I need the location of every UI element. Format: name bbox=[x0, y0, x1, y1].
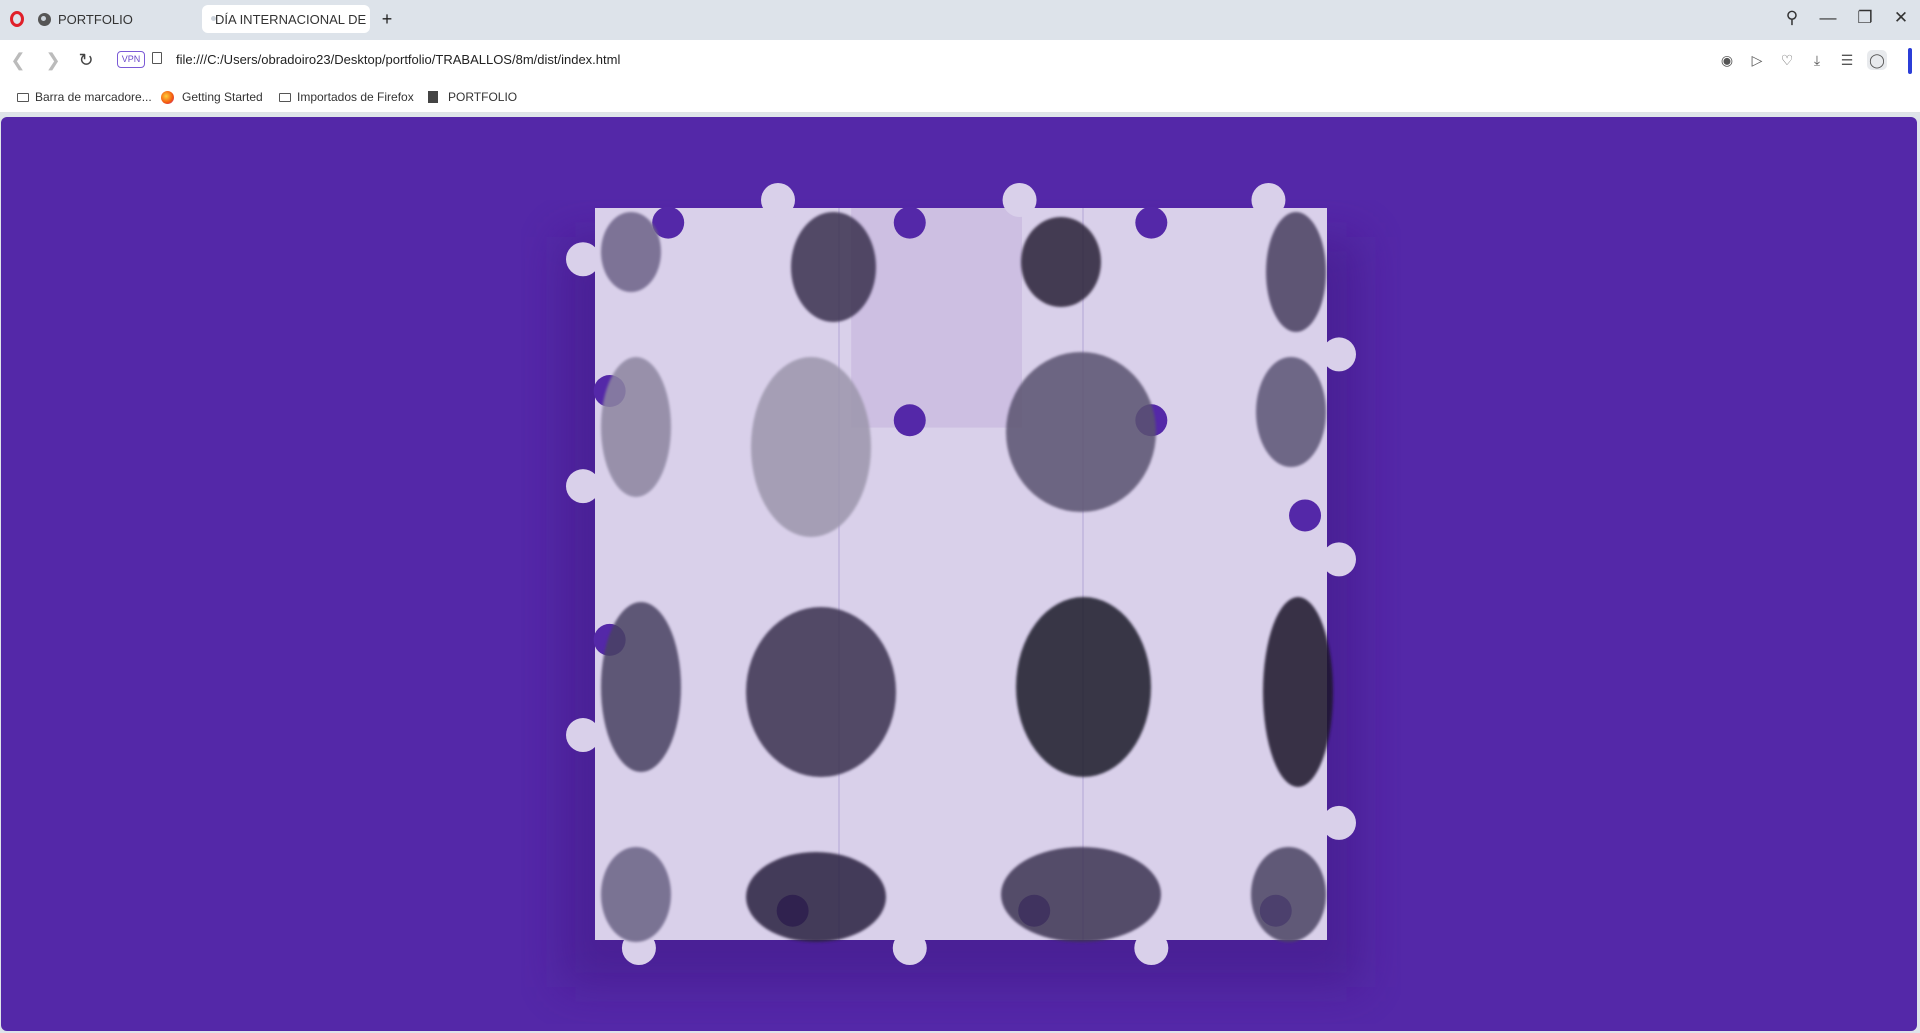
portrait-fragment bbox=[1006, 352, 1156, 512]
reload-icon[interactable]: ↻ bbox=[76, 50, 96, 71]
portrait-fragment bbox=[791, 212, 876, 322]
puzzle-socket[interactable] bbox=[1289, 499, 1322, 532]
camera-icon[interactable]: ◉ bbox=[1717, 50, 1737, 70]
url-field[interactable]: file:///C:/Users/obradoiro23/Desktop/por… bbox=[176, 52, 620, 67]
firefox-icon bbox=[161, 90, 174, 104]
profile-icon[interactable]: ◯ bbox=[1867, 50, 1887, 70]
puzzle-knob[interactable] bbox=[566, 242, 600, 277]
puzzle-knob[interactable] bbox=[1251, 183, 1286, 217]
send-icon[interactable]: ▷ bbox=[1747, 50, 1767, 70]
new-tab-button[interactable]: + bbox=[377, 9, 397, 29]
bookmark-getting-started[interactable]: Getting Started bbox=[161, 90, 263, 104]
puzzle-knob[interactable] bbox=[566, 718, 600, 753]
puzzle-socket[interactable] bbox=[1135, 206, 1168, 239]
restore-icon[interactable]: ❐ bbox=[1853, 8, 1877, 28]
puzzle-socket[interactable] bbox=[893, 404, 926, 437]
puzzle-knob[interactable] bbox=[1322, 542, 1356, 577]
portrait-fragment bbox=[601, 357, 671, 497]
portrait-fragment bbox=[751, 357, 871, 537]
portrait-fragment bbox=[1266, 212, 1326, 332]
puzzle-knob[interactable] bbox=[1134, 931, 1169, 965]
puzzle-piece[interactable] bbox=[851, 208, 1022, 428]
bookmark-label: Barra de marcadore... bbox=[35, 90, 152, 104]
heart-icon[interactable]: ♡ bbox=[1777, 50, 1797, 70]
portrait-fragment bbox=[1256, 357, 1326, 467]
tab-label: DÍA INTERNACIONAL DE LA bbox=[215, 11, 370, 27]
opera-logo-icon[interactable] bbox=[10, 11, 24, 27]
puzzle-knob[interactable] bbox=[761, 183, 795, 217]
folder-icon bbox=[279, 92, 291, 102]
close-icon[interactable]: ✕ bbox=[1889, 8, 1913, 28]
puzzle-knob[interactable] bbox=[1322, 337, 1356, 372]
tab-bar: PORTFOLIO DÍA INTERNACIONAL DE LA + ⚲ — … bbox=[0, 0, 1920, 40]
bookmark-label: PORTFOLIO bbox=[448, 90, 518, 104]
portrait-fragment bbox=[746, 852, 886, 942]
puzzle-board bbox=[561, 183, 1361, 987]
download-icon[interactable]: ⤓ bbox=[1807, 50, 1827, 70]
puzzle-knob[interactable] bbox=[1322, 805, 1356, 840]
portrait-fragment bbox=[601, 602, 681, 772]
portrait-fragment bbox=[1001, 847, 1161, 942]
minimize-icon[interactable]: — bbox=[1816, 8, 1840, 28]
forward-icon[interactable]: ❯ bbox=[43, 50, 63, 71]
portrait-fragment bbox=[1251, 847, 1326, 942]
easy-setup-icon[interactable]: ☰ bbox=[1837, 50, 1857, 70]
search-icon[interactable]: ⚲ bbox=[1780, 8, 1804, 28]
page-viewport bbox=[1, 117, 1917, 1031]
portrait-fragment bbox=[601, 212, 661, 292]
vpn-badge[interactable]: VPN bbox=[117, 51, 145, 68]
bookmark-label: Getting Started bbox=[182, 90, 263, 104]
tab-dia-internacional[interactable]: DÍA INTERNACIONAL DE LA bbox=[202, 5, 370, 33]
portrait-fragment bbox=[1021, 217, 1101, 307]
page-info-icon[interactable] bbox=[152, 52, 162, 64]
tab-portfolio[interactable]: PORTFOLIO bbox=[38, 5, 198, 33]
folder-icon bbox=[17, 92, 29, 102]
tab-label: PORTFOLIO bbox=[58, 11, 133, 27]
document-icon bbox=[428, 91, 438, 103]
puzzle-knob[interactable] bbox=[566, 469, 600, 504]
portrait-fragment bbox=[746, 607, 896, 777]
bookmark-portfolio[interactable]: PORTFOLIO bbox=[428, 90, 517, 104]
portrait-fragment bbox=[1016, 597, 1151, 777]
bookmark-importados[interactable]: Importados de Firefox bbox=[279, 90, 414, 104]
back-icon[interactable]: ❮ bbox=[8, 50, 28, 71]
portrait-fragment bbox=[601, 847, 671, 942]
bookmark-label: Importados de Firefox bbox=[297, 90, 414, 104]
puzzle-socket[interactable] bbox=[893, 206, 926, 239]
portrait-fragment bbox=[1263, 597, 1333, 787]
puzzle-knob[interactable] bbox=[892, 931, 927, 965]
globe-icon bbox=[38, 12, 51, 26]
sidebar-indicator bbox=[1908, 48, 1912, 74]
bookmark-barra[interactable]: Barra de marcadore... bbox=[17, 90, 152, 104]
puzzle-knob[interactable] bbox=[1002, 183, 1037, 217]
